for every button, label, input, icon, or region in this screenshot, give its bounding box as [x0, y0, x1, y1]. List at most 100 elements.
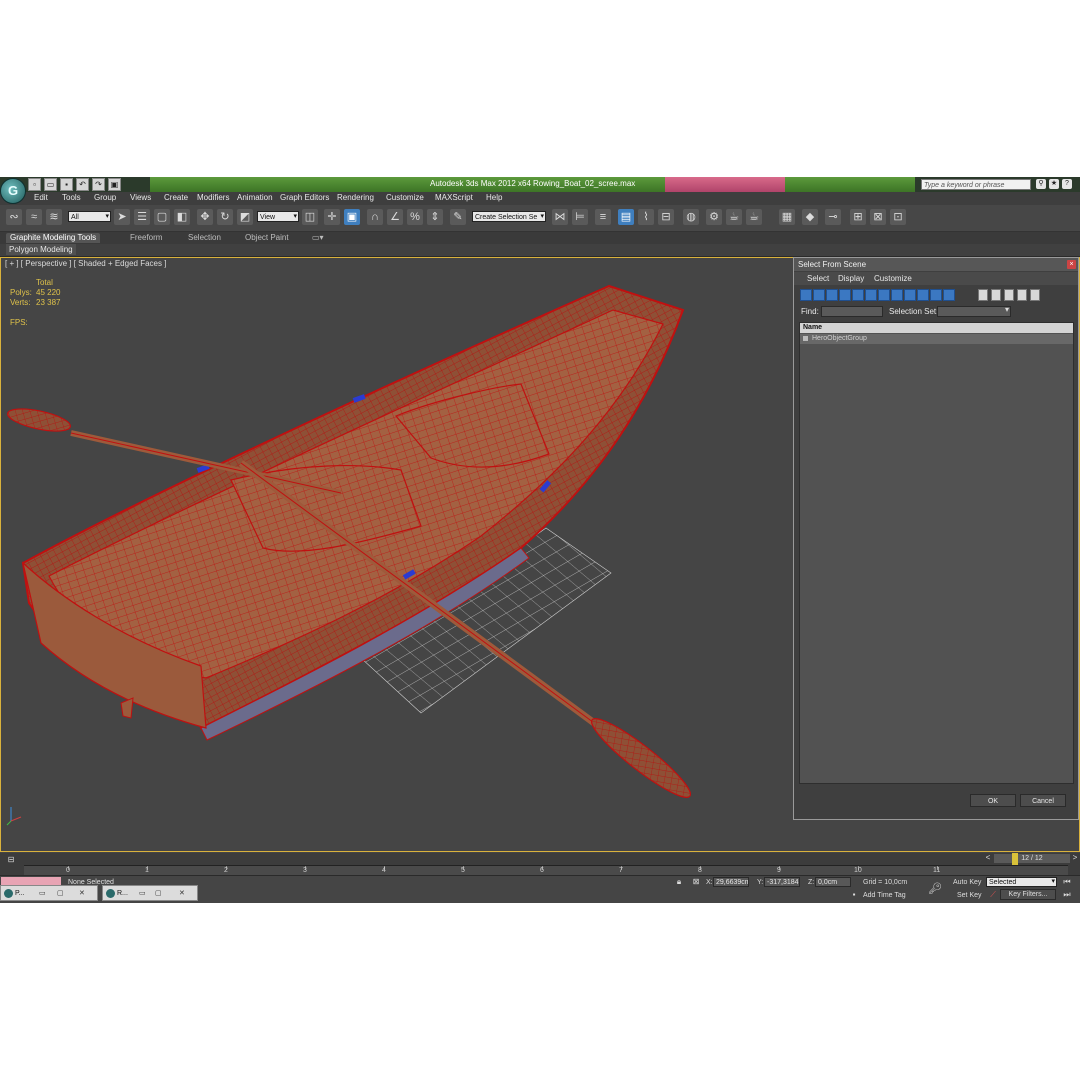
ribbon-tools-1-icon[interactable]: ⊞ — [850, 209, 866, 225]
percent-snap-icon[interactable]: % — [407, 209, 423, 225]
add-time-tag[interactable]: Add Time Tag — [863, 890, 906, 901]
redo-icon[interactable]: ↷ — [92, 178, 105, 191]
go-to-start-icon[interactable]: ⏮ — [1062, 877, 1072, 887]
named-selection-dropdown[interactable]: Create Selection Se — [472, 211, 546, 222]
selection-filter-dropdown[interactable]: All — [68, 211, 111, 222]
select-none-icon[interactable] — [991, 289, 1001, 301]
filter-helpers-icon[interactable] — [852, 289, 864, 301]
time-slider-handle[interactable] — [1012, 853, 1018, 865]
filter-funnel-icon[interactable] — [1017, 289, 1027, 301]
layer-manager-icon[interactable]: ≡ — [595, 209, 611, 225]
star-icon[interactable]: ★ — [1049, 179, 1059, 189]
ribbon-tools-2-icon[interactable]: ⊠ — [870, 209, 886, 225]
select-by-name-icon[interactable]: ☰ — [134, 209, 150, 225]
new-file-icon[interactable]: ▫ — [28, 178, 41, 191]
binoculars-icon[interactable]: ⚲ — [1036, 179, 1046, 189]
absolute-mode-icon[interactable]: ⊠ — [691, 877, 701, 887]
ribbon-tools-3-icon[interactable]: ⊡ — [890, 209, 906, 225]
filter-groups-icon[interactable] — [878, 289, 890, 301]
open-file-icon[interactable]: ▭ — [44, 178, 57, 191]
frame-counter[interactable]: 12 / 12 — [994, 854, 1070, 863]
spinner-snap-icon[interactable]: ⇕ — [427, 209, 443, 225]
align-icon[interactable]: ⊨ — [572, 209, 588, 225]
go-to-end-icon[interactable]: ⏭ — [1062, 890, 1072, 900]
list-item[interactable]: HeroObjectGroup — [800, 334, 1073, 344]
taskbar-item[interactable]: R... ▭ ▢ ✕ — [102, 885, 198, 901]
menu-views[interactable]: Views — [130, 193, 151, 202]
menu-group[interactable]: Group — [94, 193, 116, 202]
menu-customize[interactable]: Customize — [386, 193, 424, 202]
container-icon[interactable]: ▦ — [779, 209, 795, 225]
close-icon[interactable]: × — [1067, 260, 1076, 269]
taskbar-item[interactable]: P... ▭ ▢ ✕ — [0, 885, 98, 901]
dialog-menu-display[interactable]: Display — [838, 274, 864, 283]
graphite-toggle-icon[interactable]: ▤ — [618, 209, 634, 225]
ok-button[interactable]: OK — [970, 794, 1016, 807]
menu-help[interactable]: Help — [486, 193, 502, 202]
filter-spacewarps-icon[interactable] — [865, 289, 877, 301]
box-tools-icon[interactable]: ◆ — [802, 209, 818, 225]
set-key-button[interactable]: Set Key — [957, 890, 982, 901]
rectangular-selection-icon[interactable]: ▢ — [154, 209, 170, 225]
scene-object-list[interactable]: Name HeroObjectGroup — [799, 322, 1074, 784]
menu-animation[interactable]: Animation — [237, 193, 273, 202]
set-keys-icon[interactable]: 🔑︎ — [928, 882, 942, 895]
unlink-icon[interactable]: ≈ — [26, 209, 42, 225]
render-setup-icon[interactable]: ⚙ — [706, 209, 722, 225]
dialog-menu-customize[interactable]: Customize — [874, 274, 912, 283]
filter-hidden-icon[interactable] — [943, 289, 955, 301]
snaps-toggle-icon[interactable]: ∩ — [367, 209, 383, 225]
tab-selection[interactable]: Selection — [188, 233, 221, 243]
help-search-input[interactable]: Type a keyword or phrase — [921, 179, 1031, 190]
menu-rendering[interactable]: Rendering — [337, 193, 374, 202]
selection-set-dropdown[interactable] — [937, 305, 1011, 317]
y-coordinate-field[interactable]: -317,3184 — [764, 877, 800, 887]
move-icon[interactable]: ✥ — [197, 209, 213, 225]
close-window-icon[interactable]: ✕ — [79, 886, 85, 901]
cancel-button[interactable]: Cancel — [1020, 794, 1066, 807]
filter-cameras-icon[interactable] — [839, 289, 851, 301]
close-window-icon[interactable]: ✕ — [179, 886, 185, 901]
select-invert-icon[interactable] — [1004, 289, 1014, 301]
rendered-frame-icon[interactable]: ☕ — [726, 209, 742, 225]
application-button[interactable]: G — [0, 178, 26, 204]
window-crossing-icon[interactable]: ◧ — [174, 209, 190, 225]
key-filters-button[interactable]: Key Filters... — [1000, 889, 1056, 900]
dialog-title[interactable]: Select From Scene — [794, 258, 1078, 271]
polygon-modeling-panel[interactable]: Polygon Modeling — [6, 244, 76, 255]
angle-snap-icon[interactable]: ∠ — [387, 209, 403, 225]
filter-frozen-icon[interactable] — [930, 289, 942, 301]
menu-create[interactable]: Create — [164, 193, 188, 202]
curve-editor-icon[interactable]: ⌇ — [638, 209, 654, 225]
ribbon-options-icon[interactable]: ▭▾ — [312, 233, 324, 243]
menu-tools[interactable]: Tools — [62, 193, 81, 202]
maximize-icon[interactable]: ▢ — [57, 886, 64, 901]
undo-icon[interactable]: ↶ — [76, 178, 89, 191]
mini-curve-editor-icon[interactable]: ⊟ — [6, 855, 16, 865]
material-editor-icon[interactable]: ◍ — [683, 209, 699, 225]
time-slider[interactable]: ⊟ < 12 / 12 > 0 1 2 3 4 5 6 7 8 9 10 11 — [0, 853, 1080, 876]
tab-object-paint[interactable]: Object Paint — [245, 233, 289, 243]
save-file-icon[interactable]: ▪ — [60, 178, 73, 191]
bind-space-warp-icon[interactable]: ≋ — [46, 209, 62, 225]
tab-freeform[interactable]: Freeform — [130, 233, 162, 243]
tab-graphite-modeling-tools[interactable]: Graphite Modeling Tools — [6, 233, 101, 243]
menu-graph-editors[interactable]: Graph Editors — [280, 193, 329, 202]
default-in-out-tangent-icon[interactable]: ⟋ — [988, 890, 998, 900]
select-object-icon[interactable]: ➤ — [114, 209, 130, 225]
key-mode-dropdown[interactable]: Selected — [986, 877, 1057, 887]
filter-shapes-icon[interactable] — [813, 289, 825, 301]
edit-named-selection-icon[interactable]: ✎ — [450, 209, 466, 225]
dialog-menu-select[interactable]: Select — [807, 274, 829, 283]
z-coordinate-field[interactable]: 0,0cm — [815, 877, 851, 887]
time-tag-icon[interactable]: ▪ — [849, 890, 859, 900]
schematic-view-icon[interactable]: ⊟ — [658, 209, 674, 225]
restore-icon[interactable]: ▭ — [39, 886, 46, 901]
rotate-icon[interactable]: ↻ — [217, 209, 233, 225]
render-production-icon[interactable]: ☕ — [746, 209, 762, 225]
reference-coordinate-dropdown[interactable]: View — [257, 211, 299, 222]
auto-key-button[interactable]: Auto Key — [953, 877, 981, 888]
filter-geometry-icon[interactable] — [800, 289, 812, 301]
prev-frame-icon[interactable]: < — [983, 853, 993, 863]
restore-icon[interactable]: ▭ — [139, 886, 146, 901]
